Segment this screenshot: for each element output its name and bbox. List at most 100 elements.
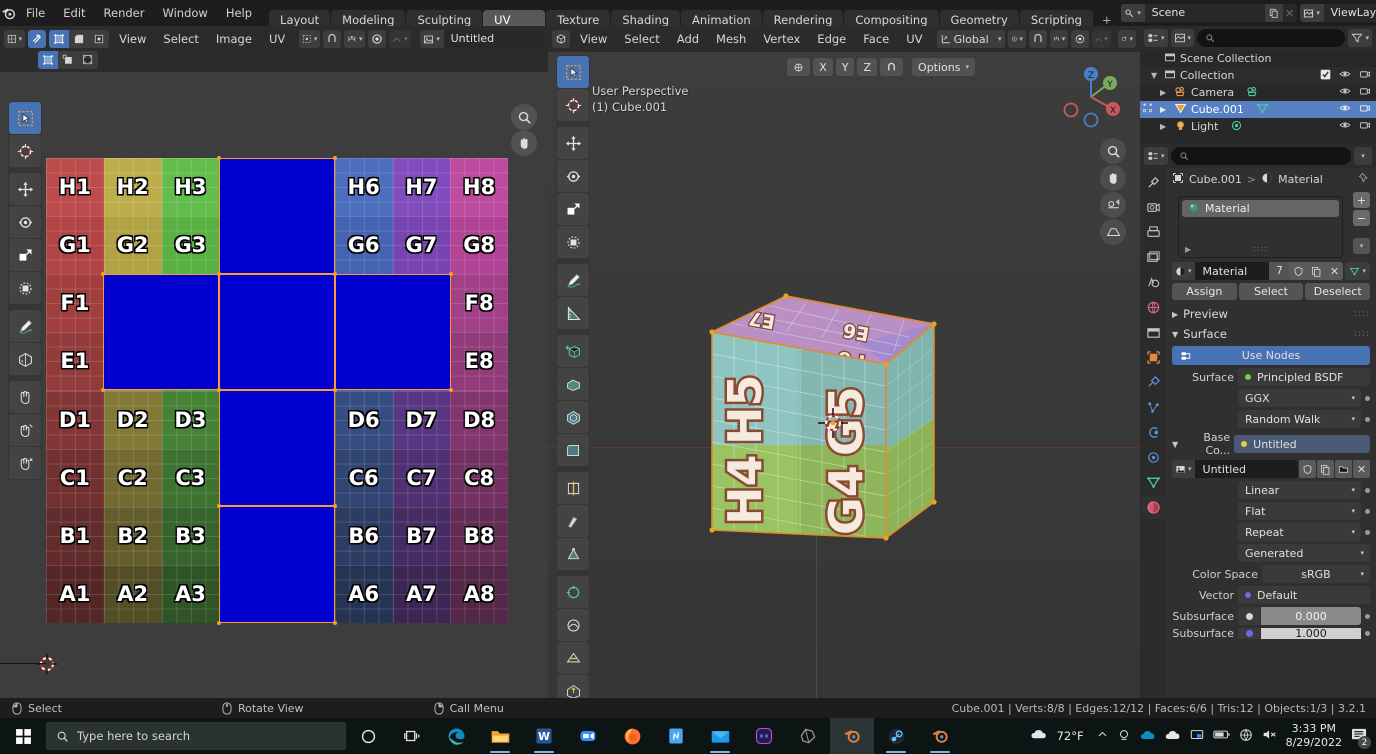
vp-tool-move[interactable] [557,127,589,159]
scene-selector[interactable]: ▾ Scene ✕ [1120,4,1297,22]
section-grip[interactable]: :::: [1354,329,1370,339]
viewport-pivot-icon[interactable]: ▾ [1007,30,1026,48]
cortana-icon[interactable] [346,718,390,754]
viewport-menu-face[interactable]: Face [856,26,896,52]
texture-datablock-selector[interactable]: ▾ Untitled [1172,460,1298,478]
unlink-material-icon[interactable]: ✕ [1325,262,1344,280]
animate-dot[interactable] [1365,416,1370,422]
expand-arrow-down-icon[interactable]: ▼ [1146,71,1160,80]
subsurface-method-dropdown[interactable]: Random Walk ▾ [1238,410,1361,428]
viewport-editor-type-button[interactable] [552,30,570,48]
uv-edge-select-button[interactable] [69,30,89,48]
source-dropdown[interactable]: Generated ▾ [1238,544,1370,562]
navigation-gizmo[interactable]: Z Y X [1056,62,1126,132]
edge-icon[interactable] [434,718,478,754]
vp-tool-poly-build[interactable] [557,538,589,570]
properties-tab-object[interactable] [1141,346,1165,369]
animate-dot[interactable] [1365,613,1370,619]
tool-move[interactable] [9,173,41,205]
material-slot-row[interactable]: Material [1182,200,1339,217]
viewport-menu-mesh[interactable]: Mesh [709,26,753,52]
vp-tool-add-cube[interactable] [557,335,589,367]
viewport-proportional-edit-icon[interactable] [1071,30,1090,48]
vp-tool-rotate[interactable] [557,160,589,192]
webcam-icon[interactable] [1117,728,1131,745]
discord-icon[interactable] [742,718,786,754]
camera-render-icon[interactable] [1359,119,1371,134]
outliner-row-scene-collection[interactable]: Scene Collection [1140,50,1376,67]
uv-vertex[interactable] [217,272,221,276]
uv-vertex[interactable] [217,621,221,625]
chevron-up-icon[interactable] [1097,729,1108,743]
uv-proportional-edit-icon[interactable] [368,30,387,48]
viewport-menu-uv[interactable]: UV [899,26,929,52]
weather-temperature[interactable]: 72°F [1057,729,1084,743]
section-preview[interactable]: ▶ Preview :::: [1166,304,1376,324]
zoom-app-icon[interactable] [566,718,610,754]
viewport-magnet-overlay[interactable] [880,58,904,76]
viewport-hand-pan-icon[interactable] [1100,165,1126,191]
properties-tab-physics[interactable] [1141,421,1165,444]
uv-vertex[interactable] [217,388,221,392]
surface-shader-field[interactable]: Principled BSDF [1238,368,1370,386]
distribution-dropdown[interactable]: GGX ▾ [1238,389,1361,407]
vp-tool-knife[interactable] [557,505,589,537]
texture-browse-icon[interactable]: ▾ [1172,460,1195,478]
select-button[interactable]: Select [1238,283,1304,300]
uv-selected-face[interactable] [103,274,219,390]
viewport-menu-view[interactable]: View [573,26,614,52]
outliner-search-input[interactable] [1197,29,1346,47]
viewport-perspective-toggle-icon[interactable] [1100,219,1126,245]
viewport-proportional-falloff-icon[interactable]: ▾ [1092,30,1111,48]
onenote-icon[interactable] [654,718,698,754]
uv-editor-type-button[interactable]: ▾ [4,30,26,48]
properties-tab-modifier[interactable] [1141,371,1165,394]
tool-rip-region[interactable] [9,343,41,375]
uv-vertex[interactable] [449,272,453,276]
hand-pan-icon[interactable] [511,130,537,156]
properties-tab-view-layer[interactable] [1141,246,1165,269]
material-name-field[interactable]: Material [1195,265,1270,278]
uv-selected-face[interactable] [219,506,335,623]
uv-vertex[interactable] [333,272,337,276]
properties-tab-particles[interactable] [1141,396,1165,419]
slot-list-grip[interactable]: :::: [1253,244,1268,253]
eye-icon[interactable] [1339,119,1351,134]
notification-center-icon[interactable]: 2 [1351,727,1371,749]
viewlayer-selector[interactable]: ▾ ViewLayer ✕ [1299,4,1376,22]
remove-material-slot-button[interactable]: − [1353,210,1370,226]
camera-render-icon[interactable] [1359,68,1371,83]
animate-dot[interactable] [1365,487,1370,493]
mesh-vertex-select-button[interactable] [38,51,58,69]
tool-relax[interactable] [9,414,41,446]
menu-file[interactable]: File [17,0,54,26]
material-users-count[interactable]: 7 [1269,262,1290,280]
properties-tab-output[interactable] [1141,221,1165,244]
properties-tab-world[interactable] [1141,296,1165,319]
viewport-snap-target-icon[interactable]: ▾ [1049,30,1069,48]
properties-tab-collection[interactable] [1141,321,1165,344]
viewport-zoom-icon[interactable] [1100,138,1126,164]
texture-name-field[interactable]: Untitled [1195,463,1298,476]
properties-tab-scene[interactable] [1141,271,1165,294]
vp-tool-tweak-select-box[interactable] [557,56,589,88]
section-grip[interactable]: :::: [1354,309,1370,319]
blender-logo-icon[interactable] [0,0,17,26]
extension-dropdown[interactable]: Repeat ▾ [1238,523,1361,541]
vp-tool-smooth[interactable] [557,609,589,641]
tool-scale[interactable] [9,239,41,271]
camera-render-icon[interactable] [1359,102,1371,117]
subsurface-radius-group[interactable]: 1.000 [1238,628,1361,639]
slot-menu-button[interactable]: ▾ [1353,238,1370,254]
outliner-editor-type-button[interactable]: ▾ [1144,29,1168,47]
uv-vertex[interactable] [333,388,337,392]
tool-tweak-select-box[interactable] [9,102,41,134]
properties-tab-constraints[interactable] [1141,446,1165,469]
mesh-face-select-button[interactable] [78,51,98,69]
taskbar-clock[interactable]: 3:33 PM 8/29/2022 [1286,722,1342,750]
eye-icon[interactable] [1339,68,1351,83]
viewport-gizmo-toggle[interactable] [787,58,811,76]
material-slot-list[interactable]: Material ▶ :::: [1178,196,1343,258]
tool-rotate[interactable] [9,206,41,238]
animate-dot[interactable] [1365,631,1370,636]
